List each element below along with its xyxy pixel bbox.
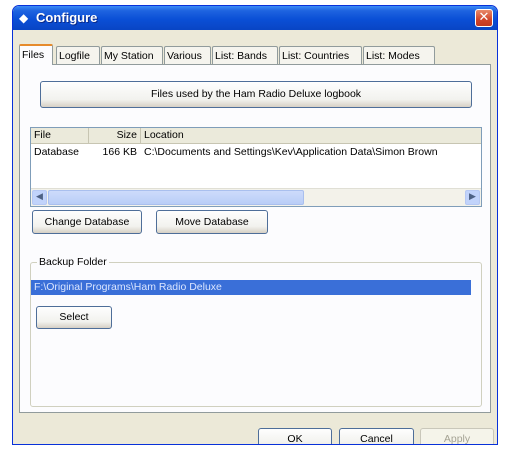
column-location[interactable]: Location <box>141 128 483 143</box>
row-location-cell: C:\Documents and Settings\Kev\Applicatio… <box>144 146 438 158</box>
change-database-button[interactable]: Change Database <box>32 210 142 234</box>
tab-list-bands[interactable]: List: Bands <box>212 46 278 64</box>
title-bar[interactable]: ◆ Configure ✕ <box>13 6 497 30</box>
select-button[interactable]: Select <box>36 306 112 329</box>
configure-window: ◆ Configure ✕ Files Logfile My Station V… <box>12 5 498 445</box>
tab-logfile[interactable]: Logfile <box>56 46 100 64</box>
files-header-button[interactable]: Files used by the Ham Radio Deluxe logbo… <box>40 81 472 108</box>
close-button[interactable]: ✕ <box>475 9 493 27</box>
apply-button-label: Apply <box>443 433 471 445</box>
tab-various[interactable]: Various <box>164 46 211 64</box>
row-file-cell: Database <box>34 146 79 158</box>
tab-files-label: Files <box>22 49 45 61</box>
tab-files[interactable]: Files <box>19 44 53 65</box>
column-file-label: File <box>34 129 51 141</box>
ok-button[interactable]: OK <box>258 428 332 445</box>
move-database-label: Move Database <box>175 216 249 228</box>
backup-folder-label: Backup Folder <box>37 256 109 268</box>
arrow-right-icon[interactable]: ▶ <box>465 190 480 205</box>
window-title: Configure <box>36 10 98 25</box>
tab-list-modes-label: List: Modes <box>366 50 420 62</box>
scroll-thumb[interactable] <box>48 190 304 205</box>
column-file[interactable]: File <box>31 128 89 143</box>
horizontal-scrollbar[interactable]: ◀ ▶ <box>31 188 481 206</box>
files-list[interactable]: File Size Location Database 166 KB C:\Do… <box>30 127 482 207</box>
column-size[interactable]: Size <box>89 128 141 143</box>
tab-list-countries-label: List: Countries <box>282 50 350 62</box>
apply-button[interactable]: Apply <box>420 428 494 445</box>
arrow-left-icon[interactable]: ◀ <box>32 190 47 205</box>
list-header: File Size Location <box>31 128 481 144</box>
backup-folder-group: Backup Folder F:\Original Programs\Ham R… <box>30 256 482 407</box>
tab-logfile-label: Logfile <box>59 50 90 62</box>
ok-button-label: OK <box>287 433 303 445</box>
tab-my-station-label: My Station <box>104 50 154 62</box>
cancel-button[interactable]: Cancel <box>339 428 414 445</box>
files-panel: Files used by the Ham Radio Deluxe logbo… <box>19 64 491 413</box>
change-database-label: Change Database <box>44 216 130 228</box>
row-size-cell: 166 KB <box>102 146 137 158</box>
tab-my-station[interactable]: My Station <box>101 46 163 64</box>
tab-list-modes[interactable]: List: Modes <box>363 46 435 64</box>
backup-path-field[interactable]: F:\Original Programs\Ham Radio Deluxe <box>31 280 471 295</box>
close-icon: ✕ <box>478 10 490 25</box>
tab-list-bands-label: List: Bands <box>215 50 267 62</box>
files-header-label: Files used by the Ham Radio Deluxe logbo… <box>150 88 362 100</box>
column-size-label: Size <box>116 129 137 141</box>
move-database-button[interactable]: Move Database <box>156 210 268 234</box>
diamond-icon: ◆ <box>19 11 29 25</box>
column-location-label: Location <box>144 129 184 141</box>
cancel-button-label: Cancel <box>360 433 393 445</box>
tab-various-label: Various <box>167 50 202 62</box>
select-button-label: Select <box>59 311 89 323</box>
tab-list-countries[interactable]: List: Countries <box>279 46 362 64</box>
